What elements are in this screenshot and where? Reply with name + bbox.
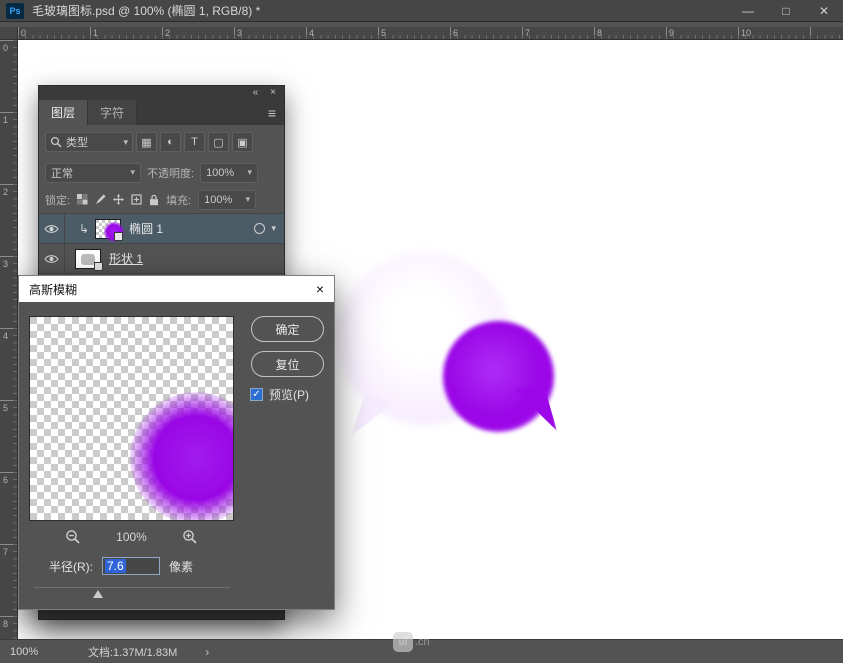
chevron-down-icon: ▾ [246, 194, 251, 205]
opacity-dropdown[interactable]: 100% ▾ [200, 163, 258, 183]
radius-slider-thumb[interactable] [93, 590, 103, 598]
visibility-toggle[interactable] [39, 244, 65, 273]
radius-value-selected: 7.6 [105, 559, 126, 573]
layer-row-shape-1[interactable]: 形状 1 [39, 244, 284, 274]
maximize-button[interactable]: □ [767, 0, 805, 21]
smart-filter-icon[interactable] [254, 223, 265, 234]
preview-checkbox-label: 预览(P) [269, 386, 309, 403]
lock-icons [77, 194, 159, 206]
lock-all-icon[interactable] [149, 194, 159, 206]
visibility-toggle[interactable] [39, 214, 65, 243]
watermark-suffix: .cn [415, 636, 430, 648]
dialog-close-icon[interactable]: × [304, 281, 324, 297]
lock-row: 锁定: 填充: 100% ▾ [39, 186, 284, 213]
radius-unit-label: 像素 [169, 558, 193, 575]
dialog-title: 高斯模糊 [29, 281, 77, 298]
preview-zoom-value: 100% [116, 530, 147, 544]
filter-type-dropdown[interactable]: 类型 ▾ [45, 132, 133, 152]
blur-preview-box[interactable] [29, 316, 234, 521]
filter-type-layers-icon[interactable]: T [184, 132, 205, 152]
thumbnail-badge-icon [94, 262, 103, 271]
close-button[interactable]: ✕ [805, 0, 843, 21]
window-controls: — □ ✕ [729, 0, 843, 21]
minimize-button[interactable]: — [729, 0, 767, 21]
tab-character[interactable]: 字符 [88, 100, 137, 125]
photoshop-window: Ps 毛玻璃图标.psd @ 100% (椭圆 1, RGB/8) * — □ … [0, 0, 843, 663]
panel-menu-icon[interactable]: ≡ [260, 100, 284, 125]
blend-mode-row: 正常 ▾ 不透明度: 100% ▾ [39, 159, 284, 186]
layer-list: ↳ 椭圆 1 ▾ 形状 1 [39, 213, 284, 274]
clipping-mask-arrow-icon: ↳ [79, 222, 89, 236]
tab-layers[interactable]: 图层 [39, 100, 88, 125]
ok-button[interactable]: 确定 [251, 316, 324, 342]
preview-checkbox[interactable]: ✓ [250, 388, 263, 401]
lock-pixels-brush-icon[interactable] [95, 194, 106, 205]
layer-row-controls: ▾ [254, 223, 276, 234]
radius-input[interactable]: 7.6 [102, 557, 160, 575]
status-options-chevron-icon[interactable]: › [205, 645, 209, 659]
chevron-down-icon: ▾ [248, 167, 253, 178]
thumbnail-badge-icon [114, 232, 123, 241]
document-title: 毛玻璃图标.psd @ 100% (椭圆 1, RGB/8) * [32, 2, 260, 19]
status-zoom-level[interactable]: 100% [10, 646, 74, 658]
zoom-in-icon[interactable] [182, 529, 198, 545]
purple-bubble [443, 321, 554, 432]
chevron-down-icon: ▾ [130, 167, 135, 178]
layer-name[interactable]: 形状 1 [109, 250, 143, 267]
ruler-vertical: 012345678 [0, 40, 18, 639]
ruler-corner [0, 27, 18, 40]
radius-row: 半径(R): 7.6 像素 [49, 557, 193, 575]
preview-zoom-row: 100% [29, 528, 234, 546]
radius-label: 半径(R): [49, 558, 93, 575]
fill-value: 100% [204, 194, 232, 206]
layer-thumbnail[interactable] [75, 249, 101, 269]
blend-mode-dropdown[interactable]: 正常 ▾ [45, 163, 141, 183]
layer-thumbnail[interactable] [95, 219, 121, 239]
filter-type-label: 类型 [66, 134, 88, 150]
expand-chevron-icon[interactable]: ▾ [271, 223, 276, 234]
filter-adjustment-layers-icon[interactable]: ◐ [160, 132, 181, 152]
search-icon [50, 136, 62, 148]
ruler-horizontal: 012345678910 [18, 27, 843, 40]
reset-button[interactable]: 复位 [251, 351, 324, 377]
zoom-out-icon[interactable] [65, 529, 81, 545]
lock-position-move-icon[interactable] [113, 194, 124, 205]
opacity-label: 不透明度: [147, 165, 194, 181]
preview-purple-blob [130, 392, 234, 521]
lock-label: 锁定: [45, 192, 70, 208]
opacity-value: 100% [206, 167, 234, 179]
fill-dropdown[interactable]: 100% ▾ [198, 190, 256, 210]
layer-filter-row: 类型 ▾ ▦ ◐ T ▢ ▣ [39, 125, 284, 159]
title-bar: Ps 毛玻璃图标.psd @ 100% (椭圆 1, RGB/8) * — □ … [0, 0, 843, 22]
eye-icon [44, 254, 59, 264]
blend-mode-value: 正常 [51, 165, 73, 181]
panel-close-icon[interactable]: × [270, 88, 276, 98]
filter-pixel-layers-icon[interactable]: ▦ [136, 132, 157, 152]
watermark-logo: ui [393, 632, 413, 652]
filter-shape-layers-icon[interactable]: ▢ [208, 132, 229, 152]
layers-panel-footer [39, 609, 284, 619]
chevron-down-icon: ▾ [123, 137, 128, 148]
thumbnail-shape-glyph [81, 254, 95, 265]
layer-row-ellipse-1[interactable]: ↳ 椭圆 1 ▾ [39, 214, 284, 244]
status-document-size: 文档:1.37M/1.83M [88, 644, 177, 660]
fill-label: 填充: [166, 192, 191, 208]
dialog-title-bar[interactable]: 高斯模糊 × [19, 276, 334, 302]
lock-transparency-icon[interactable] [77, 194, 88, 205]
gaussian-blur-dialog: 高斯模糊 × 确定 复位 ✓ 预览(P) 100% 半径(R): 7.6 像素 [18, 275, 335, 610]
watermark: ui .cn [393, 632, 430, 652]
filter-smart-objects-icon[interactable]: ▣ [232, 132, 253, 152]
photoshop-logo-icon: Ps [6, 3, 24, 19]
lock-artboard-icon[interactable] [131, 194, 142, 205]
radius-slider-track[interactable] [34, 587, 230, 588]
layers-panel-header: « × [39, 86, 284, 100]
preview-checkbox-row: ✓ 预览(P) [250, 386, 309, 403]
panel-collapse-icon[interactable]: « [253, 88, 259, 98]
layer-name[interactable]: 椭圆 1 [129, 220, 163, 237]
panel-tab-bar: 图层 字符 ≡ [39, 100, 284, 125]
eye-icon [44, 224, 59, 234]
